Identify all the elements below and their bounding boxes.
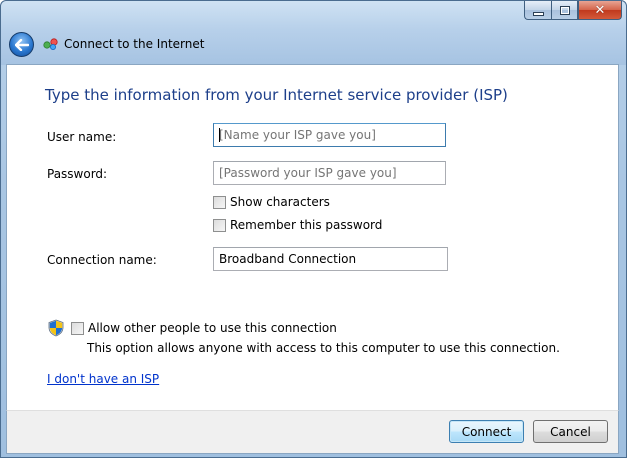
- maximize-icon: [559, 5, 570, 15]
- show-characters-label: Show characters: [230, 195, 330, 209]
- close-icon: ✕: [594, 2, 606, 18]
- show-characters-option[interactable]: Show characters: [213, 195, 330, 209]
- remember-password-checkbox[interactable]: [213, 218, 226, 232]
- text-caret: [219, 128, 220, 142]
- command-bar: [6, 410, 619, 454]
- uac-shield-icon: [48, 319, 64, 337]
- connection-name-input[interactable]: [213, 247, 448, 271]
- minimize-button[interactable]: [524, 1, 551, 20]
- show-characters-checkbox[interactable]: [213, 195, 226, 209]
- allow-others-description: This option allows anyone with access to…: [87, 341, 560, 355]
- remember-password-label: Remember this password: [230, 218, 383, 232]
- cancel-button[interactable]: Cancel: [533, 420, 608, 443]
- password-label: Password:: [47, 167, 108, 181]
- password-input[interactable]: [213, 161, 446, 185]
- arrow-left-icon: [14, 38, 29, 51]
- back-button[interactable]: [9, 32, 34, 57]
- content-area: [6, 64, 619, 410]
- window-title: Connect to the Internet: [64, 37, 205, 51]
- minimize-icon: [532, 11, 544, 16]
- page-heading: Type the information from your Internet …: [45, 86, 508, 104]
- allow-others-label: Allow other people to use this connectio…: [88, 321, 337, 335]
- close-button[interactable]: ✕: [578, 1, 622, 20]
- maximize-button[interactable]: [551, 1, 578, 20]
- allow-others-option[interactable]: Allow other people to use this connectio…: [71, 321, 337, 335]
- username-label: User name:: [47, 130, 117, 144]
- caption-buttons: ✕: [524, 1, 622, 21]
- remember-password-option[interactable]: Remember this password: [213, 218, 382, 232]
- network-connection-icon: [43, 38, 58, 50]
- no-isp-link[interactable]: I don't have an ISP: [47, 372, 159, 386]
- connect-button[interactable]: Connect: [449, 420, 524, 443]
- connection-name-label: Connection name:: [47, 253, 157, 267]
- username-input[interactable]: [213, 123, 446, 147]
- allow-others-checkbox[interactable]: [71, 321, 84, 335]
